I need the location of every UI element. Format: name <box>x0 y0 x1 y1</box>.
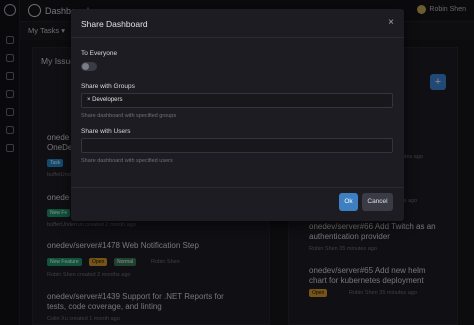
share-dashboard-dialog: Share Dashboard × To Everyone Share with… <box>71 9 404 221</box>
everyone-label: To Everyone <box>81 50 118 57</box>
dialog-title: Share Dashboard <box>81 19 148 29</box>
users-label: Share with Users <box>81 128 131 135</box>
everyone-toggle[interactable] <box>81 62 97 71</box>
toggle-knob <box>82 63 89 70</box>
cancel-button[interactable]: Cancel <box>362 193 393 211</box>
groups-hint: Share dashboard with specified groups <box>81 113 177 119</box>
dialog-footer: Ok Cancel <box>71 187 404 221</box>
ok-button[interactable]: Ok <box>339 193 358 211</box>
close-icon[interactable]: × <box>388 17 394 28</box>
groups-label: Share with Groups <box>81 83 135 90</box>
users-select[interactable] <box>81 138 393 153</box>
dialog-header: Share Dashboard × <box>71 9 404 38</box>
groups-select[interactable]: × Developers <box>81 93 393 108</box>
users-hint: Share dashboard with specified users <box>81 158 173 164</box>
group-chip-developers[interactable]: × Developers <box>85 96 125 104</box>
